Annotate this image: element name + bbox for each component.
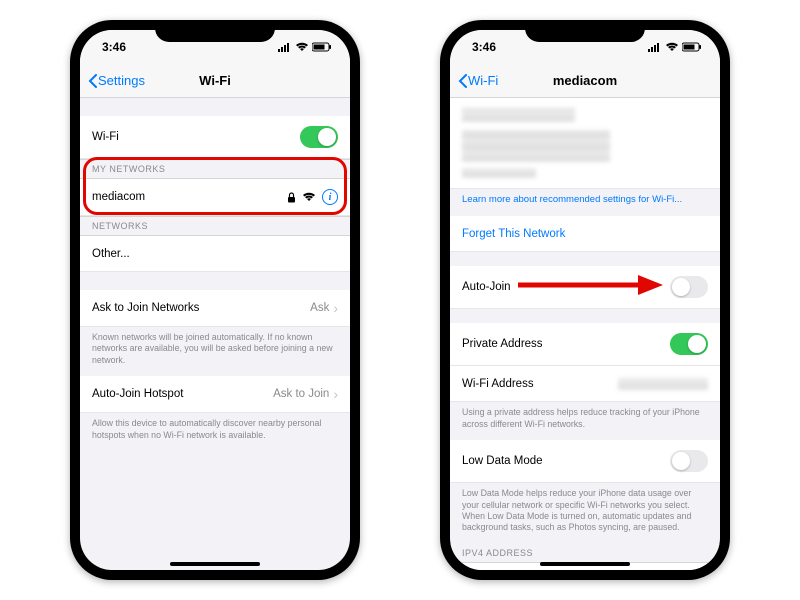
wifi-address-label: Wi-Fi Address	[462, 378, 534, 390]
chevron-right-icon: ›	[333, 386, 338, 402]
wifi-icon	[665, 42, 679, 52]
nav-bar: Settings Wi-Fi	[80, 64, 350, 98]
nav-title: mediacom	[553, 73, 617, 88]
forget-network-label: Forget This Network	[462, 228, 565, 240]
back-label: Settings	[98, 73, 145, 88]
network-name: mediacom	[92, 191, 145, 203]
private-address-note: Using a private address helps reduce tra…	[450, 402, 720, 440]
screen-left: 3:46 Settings Wi-Fi Wi-Fi MY NETWORKS	[80, 30, 350, 570]
network-row-mediacom[interactable]: mediacom i	[80, 179, 350, 216]
networks-header: NETWORKS	[80, 216, 350, 236]
status-time: 3:46	[472, 40, 496, 54]
content-left: Wi-Fi MY NETWORKS mediacom i NETWORKS Ot…	[80, 98, 350, 570]
annotation-arrow	[518, 273, 663, 297]
my-networks-header: MY NETWORKS	[80, 159, 350, 179]
chevron-right-icon: ›	[333, 300, 338, 316]
notch	[155, 20, 275, 42]
redacted-info-block	[462, 108, 575, 122]
ask-to-join-note: Known networks will be joined automatica…	[80, 327, 350, 376]
battery-icon	[682, 42, 702, 52]
wifi-toggle[interactable]	[300, 126, 338, 148]
learn-more-link[interactable]: Learn more about recommended settings fo…	[450, 189, 720, 216]
auto-join-toggle[interactable]	[670, 276, 708, 298]
back-button[interactable]: Settings	[88, 73, 145, 88]
content-right: Learn more about recommended settings fo…	[450, 98, 720, 570]
ask-to-join-value: Ask ›	[310, 300, 338, 316]
auto-join-hotspot-value: Ask to Join ›	[273, 386, 338, 402]
other-label: Other...	[92, 248, 130, 260]
status-time: 3:46	[102, 40, 126, 54]
low-data-mode-toggle[interactable]	[670, 450, 708, 472]
auto-join-label: Auto-Join	[462, 281, 511, 293]
chevron-left-icon	[88, 74, 98, 88]
private-address-label: Private Address	[462, 338, 543, 350]
auto-join-hotspot-label: Auto-Join Hotspot	[92, 388, 183, 400]
back-label: Wi-Fi	[468, 73, 498, 88]
ask-to-join-row[interactable]: Ask to Join Networks Ask ›	[80, 290, 350, 327]
lock-icon	[287, 192, 296, 203]
ask-to-join-label: Ask to Join Networks	[92, 302, 199, 314]
auto-join-hotspot-row[interactable]: Auto-Join Hotspot Ask to Join ›	[80, 376, 350, 413]
chevron-left-icon	[458, 74, 468, 88]
redacted-wifi-address	[618, 378, 708, 390]
other-network-row[interactable]: Other...	[80, 236, 350, 272]
iphone-left: 3:46 Settings Wi-Fi Wi-Fi MY NETWORKS	[70, 20, 360, 580]
wifi-address-row: Wi-Fi Address	[450, 366, 720, 402]
wifi-icon	[302, 192, 316, 202]
low-data-mode-note: Low Data Mode helps reduce your iPhone d…	[450, 483, 720, 544]
iphone-right: 3:46 Wi-Fi mediacom Learn more about rec…	[440, 20, 730, 580]
back-button[interactable]: Wi-Fi	[458, 73, 498, 88]
cellular-icon	[278, 42, 292, 52]
status-icons	[278, 42, 332, 52]
ipv4-header: IPV4 ADDRESS	[450, 544, 720, 563]
nav-title: Wi-Fi	[199, 73, 231, 88]
redacted-info-block	[462, 130, 610, 162]
auto-join-hotspot-note: Allow this device to automatically disco…	[80, 413, 350, 451]
notch	[525, 20, 645, 42]
screen-right: 3:46 Wi-Fi mediacom Learn more about rec…	[450, 30, 720, 570]
info-icon[interactable]: i	[322, 189, 338, 205]
wifi-master-row[interactable]: Wi-Fi	[80, 116, 350, 159]
forget-network-row[interactable]: Forget This Network	[450, 216, 720, 252]
low-data-mode-row[interactable]: Low Data Mode	[450, 440, 720, 483]
auto-join-row[interactable]: Auto-Join	[450, 266, 720, 309]
nav-bar: Wi-Fi mediacom	[450, 64, 720, 98]
status-icons	[648, 42, 702, 52]
battery-icon	[312, 42, 332, 52]
wifi-icon	[295, 42, 309, 52]
redacted-info-block	[462, 168, 536, 178]
home-indicator	[170, 562, 260, 566]
low-data-mode-label: Low Data Mode	[462, 455, 543, 467]
private-address-toggle[interactable]	[670, 333, 708, 355]
wifi-label: Wi-Fi	[92, 131, 119, 143]
network-row-icons: i	[287, 189, 338, 205]
home-indicator	[540, 562, 630, 566]
private-address-row[interactable]: Private Address	[450, 323, 720, 366]
cellular-icon	[648, 42, 662, 52]
